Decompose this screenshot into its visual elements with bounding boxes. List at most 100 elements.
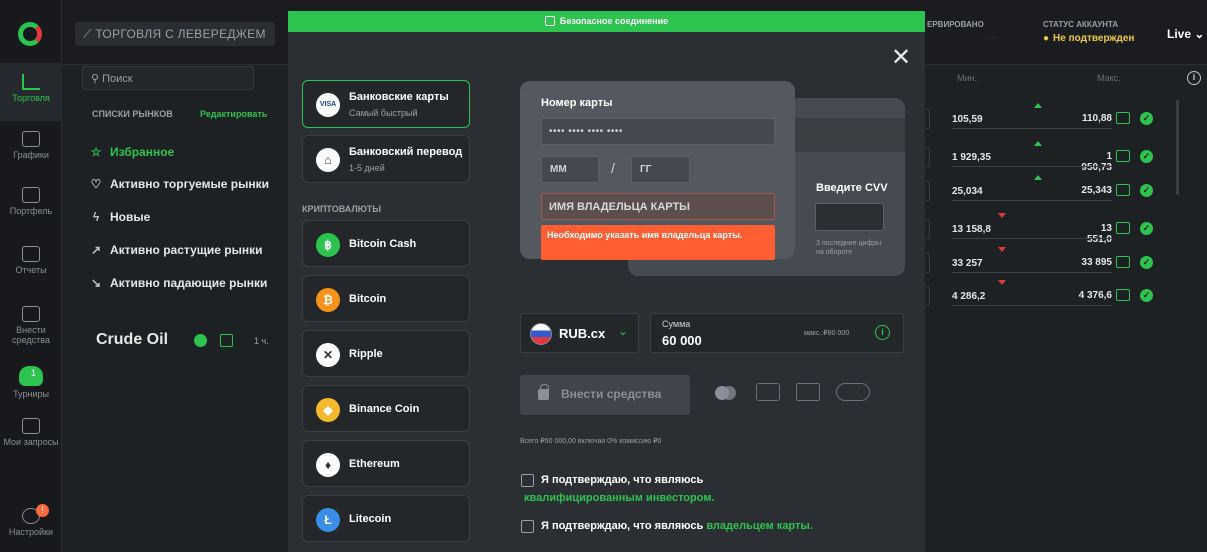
timeframe-select[interactable]: 1 ч. [254, 336, 269, 346]
account-status-label: СТАТУС АККАУНТА [1043, 20, 1119, 29]
deposit-summary: Всего ₽60 000,00 включая 0% комиссию ₽0 [520, 438, 662, 445]
price-row[interactable]: 33 257 33 895 ✓ [926, 247, 1176, 273]
amount-field[interactable]: Сумма 60 000 макс.:₽80 000 i [650, 313, 904, 353]
bitcoin-cash-icon: ฿ [316, 233, 340, 257]
lock-icon [544, 16, 555, 26]
rail-item-settings[interactable]: ! Настройки [0, 504, 62, 537]
list-item-top-risers[interactable]: ↗ Активно растущие рынки [88, 243, 263, 257]
wallet-icon [22, 306, 40, 322]
trend-down-marker [998, 247, 1006, 252]
price-row[interactable]: 1 929,35 1 950,73 ✓ [926, 141, 1176, 173]
price-max: 25,343 [1081, 185, 1112, 196]
search-input[interactable]: ⚲ Поиск [82, 66, 254, 90]
method-bank-cards[interactable]: VISA Банковские карты Самый быстрый [302, 80, 470, 128]
expiry-year-input[interactable]: ГГ [631, 156, 690, 183]
card-number-input[interactable]: •••• •••• •••• •••• [541, 118, 775, 145]
crypto-label: Bitcoin Cash [349, 238, 417, 250]
crypto-bitcoin[interactable]: ₿ Bitcoin [302, 275, 470, 322]
card-holder-input[interactable]: ИМЯ ВЛАДЕЛЬЦА КАРТЫ [541, 193, 775, 220]
deposit-modal: Безопасное соединение ✕ VISA Банковские … [288, 11, 925, 552]
monitor-icon[interactable] [1116, 256, 1130, 268]
check-icon: ✓ [1140, 289, 1153, 302]
rail-item-portfolio[interactable]: Портфель [0, 187, 62, 216]
left-rail: Торговля Графики Портфель Отчеты Внести … [0, 0, 62, 552]
list-item-top-fallers[interactable]: ↘ Активно падающие рынки [88, 276, 267, 290]
amount-value[interactable]: 60 000 [662, 333, 702, 348]
list-item-new[interactable]: ϟ Новые [88, 210, 150, 224]
rail-item-requests[interactable]: Мои запросы [0, 418, 62, 447]
edit-lists-button[interactable]: Редактировать [200, 109, 267, 119]
card-owner-checkbox[interactable] [521, 520, 534, 533]
price-row[interactable]: 105,59 110,88 ✓ [926, 103, 1176, 129]
price-row[interactable]: 25,034 25,343 ✓ [926, 175, 1176, 201]
rail-item-trading[interactable]: Торговля [0, 63, 62, 121]
price-max: 13 551,0 [1086, 223, 1112, 245]
visa-mastercard-icon: VISA [316, 93, 340, 117]
crypto-label: Ethereum [349, 458, 400, 470]
ethereum-icon: ♦ [316, 453, 340, 477]
crypto-litecoin[interactable]: Ł Litecoin [302, 495, 470, 542]
row-divider [952, 200, 1112, 201]
check-icon: ✓ [1140, 150, 1153, 163]
list-item-favorites[interactable]: ☆ Избранное [88, 145, 175, 159]
info-icon[interactable]: i [875, 325, 890, 340]
price-row[interactable]: 4 286,2 4 376,6 ✓ [926, 280, 1176, 306]
russia-flag-icon [530, 323, 552, 345]
crypto-binance[interactable]: ◆ Binance Coin [302, 385, 470, 432]
amount-max: макс.:₽80 000 [804, 330, 850, 337]
currency-select[interactable]: RUB.cx ⌄ [520, 313, 639, 353]
col-max-header: Макс. [1097, 73, 1121, 83]
rail-item-charts[interactable]: Графики [0, 131, 62, 160]
trend-up-marker [1034, 141, 1042, 146]
price-max: 33 895 [1081, 257, 1112, 268]
crypto-label: Binance Coin [349, 403, 420, 415]
rail-item-reports[interactable]: Отчеты [0, 246, 62, 275]
crypto-label: Bitcoin [349, 293, 387, 305]
binance-icon: ◆ [316, 398, 340, 422]
crypto-ripple[interactable]: ✕ Ripple [302, 330, 470, 377]
monitor-icon[interactable] [1116, 112, 1130, 124]
monitor-icon[interactable] [1116, 184, 1130, 196]
check-icon [194, 334, 207, 347]
briefcase-icon [22, 187, 40, 203]
investor-link[interactable]: квалифицированным инвестором. [524, 492, 715, 504]
price-row[interactable]: 13 158,8 13 551,0 ✓ [926, 213, 1176, 245]
expiry-month-input[interactable]: ММ [541, 156, 599, 183]
method-bank-transfer[interactable]: ⌂ Банковский перевод 1-5 дней [302, 135, 470, 183]
rail-item-tournaments[interactable]: 1 Турниры [0, 366, 62, 399]
monitor-icon[interactable] [220, 334, 233, 347]
row-divider [952, 238, 1112, 239]
market-lists-header: СПИСКИ РЫНКОВ [92, 109, 173, 119]
monitor-icon[interactable] [1116, 150, 1130, 162]
leverage-trading-button[interactable]: ⟋ ТОРГОВЛЯ С ЛЕВЕРЕДЖЕМ [75, 22, 275, 46]
list-item-most-traded[interactable]: ♡ Активно торгуемые рынки [88, 177, 269, 191]
account-mode-switch[interactable]: Live ⌄ [1167, 27, 1204, 41]
cvv-input[interactable] [815, 203, 884, 231]
monitor-icon[interactable] [1116, 289, 1130, 301]
rail-item-deposit[interactable]: Внести средства [0, 306, 62, 345]
heart-icon: ♡ [90, 177, 102, 191]
cvv-hint: 3 последние цифры на обороте [816, 240, 882, 256]
trend-up-icon: ⟋ [83, 27, 96, 41]
bitcoin-icon: ₿ [316, 288, 340, 312]
close-button[interactable]: ✕ [891, 46, 911, 70]
crypto-ethereum[interactable]: ♦ Ethereum [302, 440, 470, 487]
card-owner-link[interactable]: владельцем карты. [706, 520, 813, 532]
report-icon [22, 246, 40, 262]
trend-up-marker [1034, 103, 1042, 108]
card-number-label: Номер карты [541, 97, 613, 109]
scrollbar[interactable] [1176, 100, 1179, 195]
check-icon: ✓ [1140, 256, 1153, 269]
crypto-label: Litecoin [349, 513, 392, 525]
logo-icon[interactable] [18, 22, 42, 46]
investor-checkbox[interactable] [521, 474, 534, 487]
deposit-button[interactable]: Внести средства [520, 375, 690, 415]
price-min: 13 158,8 [952, 224, 991, 235]
crypto-label: Ripple [349, 348, 383, 360]
info-icon[interactable]: i [1187, 71, 1201, 85]
norton-logo [836, 383, 870, 401]
crypto-bitcoin-cash[interactable]: ฿ Bitcoin Cash [302, 220, 470, 267]
search-icon: ⚲ [91, 73, 103, 85]
account-status-value[interactable]: Не подтвержден [1043, 33, 1134, 44]
monitor-icon[interactable] [1116, 222, 1130, 234]
